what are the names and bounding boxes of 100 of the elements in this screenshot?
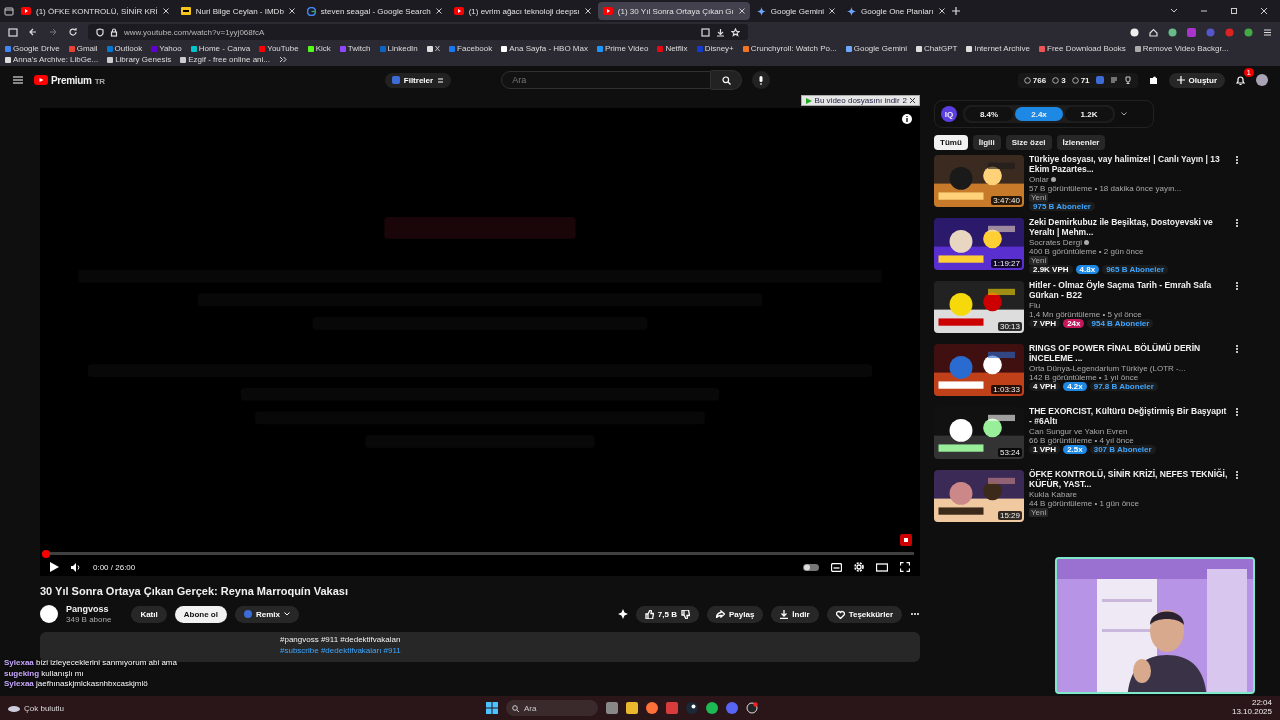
settings-icon[interactable] [854,562,864,572]
browser-tab[interactable]: (1) ÖFKE KONTROLÜ, SİNİR KRİ [16,2,174,20]
join-button[interactable]: Katıl [131,605,167,623]
bookmark[interactable]: Twitch [339,44,371,53]
like-button[interactable]: 7,5 B [635,605,699,623]
extension-icon[interactable] [1130,27,1139,37]
restore-icon[interactable] [1230,7,1238,15]
info-icon[interactable] [902,114,912,124]
bookmark[interactable]: Free Download Books [1039,44,1126,53]
filter-chip[interactable]: Tümü [934,135,968,150]
more-icon[interactable] [1235,218,1239,228]
video-card[interactable]: 15:29 ÖFKE KONTROLÜ, SİNİR KRİZİ, NEFES TEKNİĞİ, KÜFÜR, YAST... Kukla Kabare 44 B görüntüleme • 1 gün önce Yeni [934,470,1239,531]
video-title[interactable]: THE EXORCIST, Kültürü Değiştirmiş Bir Başyapıt - #6Altı [1029,407,1230,427]
subtitles-icon[interactable] [831,562,842,572]
bookmark[interactable]: Home - Canva [190,44,251,53]
sidebar-icon[interactable] [8,27,18,37]
picture-in-picture-icon[interactable] [701,27,710,37]
steam-icon[interactable] [686,702,698,714]
minimize-icon[interactable] [1200,8,1208,14]
bookmark[interactable]: Ezgif - free online ani... [180,55,270,64]
bookmark[interactable]: Google Gemini [845,44,908,53]
bookmark[interactable]: Ana Sayfa - HBO Max [501,44,588,53]
theater-icon[interactable] [876,562,888,572]
video-card[interactable]: 30:13 Hitler - Olmaz Öyle Saçma Tarih - Emrah Safa Gürkan - B22 Flu 1,4 Mn görüntüleme • 5 yıl önce 7 VPH 24x 954 B Aboneler [934,281,1239,342]
more-icon[interactable] [1235,281,1239,291]
trophy-icon[interactable] [1123,76,1132,84]
forward-icon[interactable] [48,27,58,37]
video-title[interactable]: Türkiye dosyası, vay halimize! | Canlı Yayın | 13 Ekim Pazartes... [1029,155,1230,175]
metric-tab[interactable]: 1.2K [1065,107,1113,121]
video-title[interactable]: ÖFKE KONTROLÜ, SİNİR KRİZİ, NEFES TEKNİĞİ, KÜFÜR, YAST... [1029,470,1230,490]
music-icon[interactable] [706,702,718,714]
chat-app-icon[interactable] [726,702,738,714]
browser-icon[interactable] [646,702,658,714]
bookmark[interactable]: Anna's Archive: LibGe... [5,55,99,64]
bookmark[interactable]: Yahoo [151,44,182,53]
play-icon[interactable] [50,562,59,572]
stop-icon[interactable] [900,534,912,546]
close-icon[interactable] [288,8,295,14]
channel-name[interactable]: Socrates Dergi [1029,237,1082,247]
download-banner[interactable]: Bu video dosyasını indir 2 [800,95,920,106]
back-icon[interactable] [28,27,38,37]
new-tab-icon[interactable] [951,7,960,15]
bookmark[interactable]: Library Genesis [107,55,172,64]
channel-name[interactable]: Pangvoss [66,604,112,614]
channel-name[interactable]: Flu [1029,300,1041,310]
bookmark[interactable]: Internet Archive [966,44,1030,53]
browser-tab[interactable]: Google Gemini [751,2,841,20]
video-title[interactable]: RINGS OF POWER FİNAL BÖLÜMÜ DERİN İNCELEME ... [1029,344,1230,364]
bookmark[interactable]: LinkedIn [379,44,418,53]
share-button[interactable]: Paylaş [706,605,764,623]
star-icon[interactable] [731,27,740,37]
close-icon[interactable] [829,8,836,14]
download-icon[interactable] [716,27,725,37]
browser-tab[interactable]: (1) evrim ağacı teknoloji deepsı [448,2,596,20]
browser-tab[interactable]: Google One Planları [842,2,950,20]
browser-tab[interactable]: (1) 30 Yıl Sonra Ortaya Çıkan Gı [597,2,750,20]
channel-name[interactable]: Can Sungur ve Yakın Evren [1029,426,1128,436]
video-card[interactable]: 3:47:40 Türkiye dosyası, vay halimize! | Canlı Yayın | 13 Ekim Pazartes... Onlar 57 B görüntüleme • 18 dakika önce yayın... Yeni 975 B Aboneler [934,155,1239,216]
bookmark[interactable]: Disney+ [696,44,734,53]
filter-button[interactable]: Filtreler [384,72,452,88]
autoplay-toggle-icon[interactable] [803,563,819,571]
office-icon[interactable] [666,702,678,714]
bookmark[interactable]: Kick [307,44,331,53]
fullscreen-icon[interactable] [900,562,910,572]
avatar[interactable] [1256,74,1268,86]
tab-list-icon[interactable] [4,6,14,16]
sparkle-icon[interactable] [617,609,628,619]
windows-start-icon[interactable] [486,702,498,714]
more-icon[interactable] [1235,407,1239,417]
bookmark[interactable]: ChatGPT [916,44,958,53]
close-icon[interactable] [1260,7,1268,15]
more-icon[interactable] [1235,155,1239,165]
channel-avatar[interactable] [40,605,58,623]
filter-chip[interactable]: İzlenenler [1056,135,1106,150]
close-icon[interactable] [162,8,169,14]
search-field[interactable]: Ara [501,71,712,89]
channel-name[interactable]: Kukla Kabare [1029,489,1078,499]
bookmark[interactable]: Facebook [449,44,493,53]
list-icon[interactable] [1109,76,1118,84]
browser-tab[interactable]: Nuri Bilge Ceylan - IMDb [175,2,300,20]
remix-button[interactable]: Remix [234,605,299,623]
bell-icon[interactable] [1235,74,1246,86]
bookmark[interactable]: Netflix [657,44,688,53]
video-title[interactable]: Hitler - Olmaz Öyle Saçma Tarih - Emrah Safa Gürkan - B22 [1029,281,1230,301]
folder-icon[interactable] [626,702,638,714]
bookmark[interactable]: YouTube [259,44,299,53]
video-title[interactable]: Zeki Demirkubuz ile Beşiktaş, Dostoyevski ve Yeraltı | Mehm... [1029,218,1230,238]
bookmark[interactable]: X [426,44,441,53]
bookmark[interactable]: Remove Video Backgr... [1134,44,1229,53]
close-icon[interactable] [584,8,591,14]
channel-name[interactable]: Orta Dünya-Legendarium Türkiye (LOTR -... [1029,363,1186,373]
close-icon[interactable] [938,8,945,14]
reload-icon[interactable] [68,27,78,37]
more-icon[interactable] [1235,344,1239,354]
video-card[interactable]: 1:19:27 Zeki Demirkubuz ile Beşiktaş, Dostoyevski ve Yeraltı | Mehm... Socrates Dergi 400 B görüntüleme • 2 gün önce Yeni 2.9K VPH 4.8x 965 B Aboneler [934,218,1239,279]
menu-icon[interactable] [1263,27,1272,37]
chevron-down-icon[interactable] [1121,112,1127,116]
search-button[interactable] [711,70,743,90]
bookmark[interactable]: Outlook [106,44,143,53]
download-button[interactable]: İndir [771,605,819,623]
